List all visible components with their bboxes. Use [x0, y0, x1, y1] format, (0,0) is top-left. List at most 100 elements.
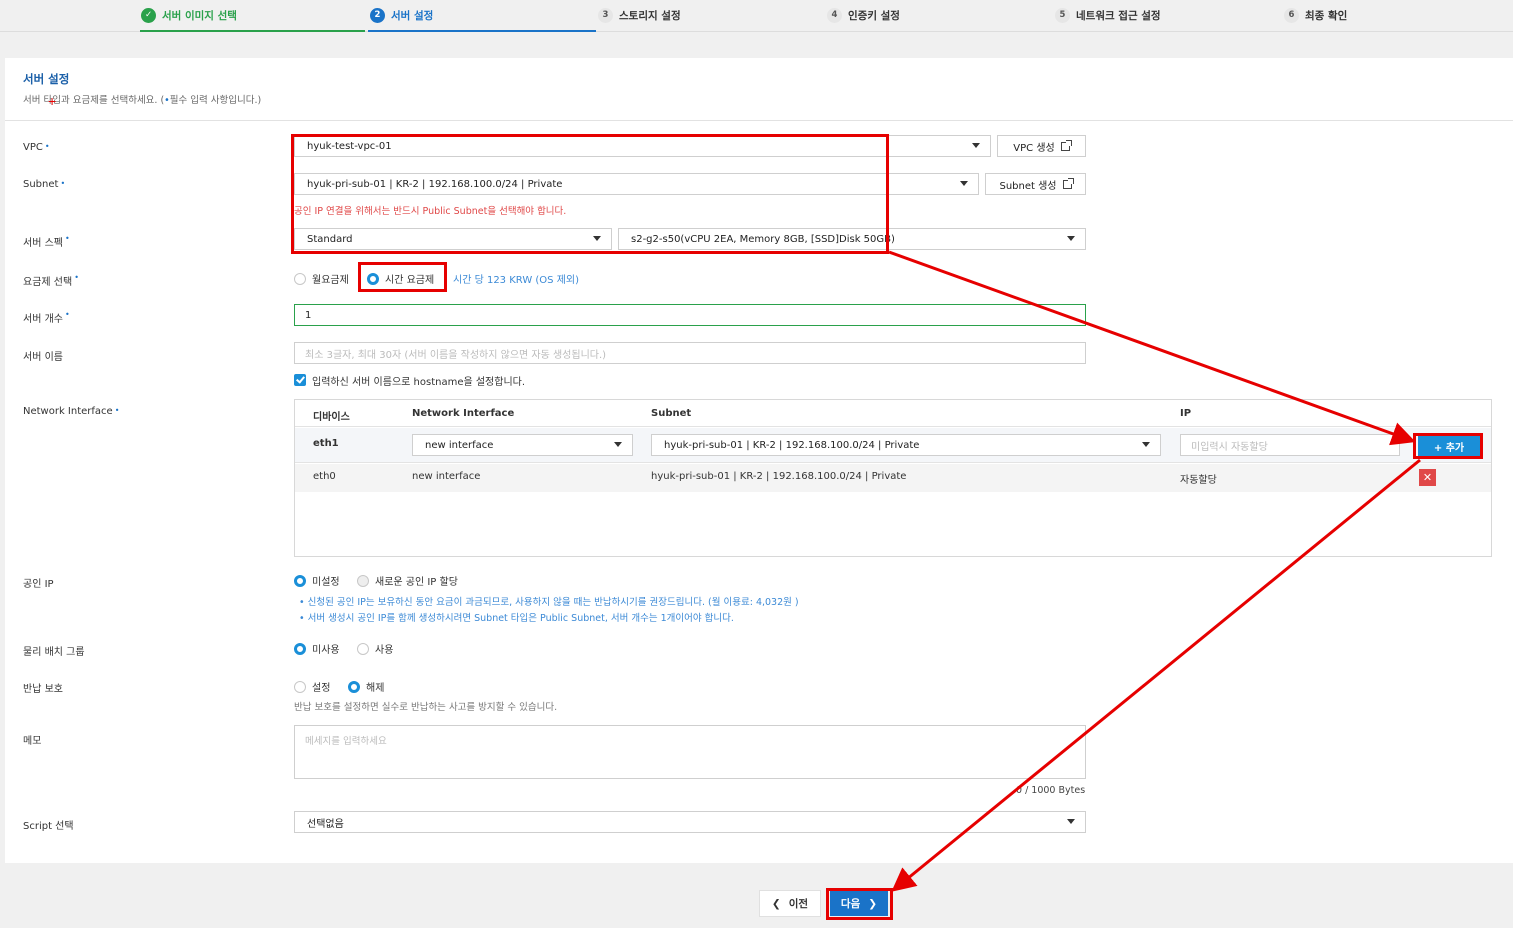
memo-byte-counter: 0 / 1000 Bytes — [1016, 785, 1086, 796]
annotation-highlight-box — [358, 262, 447, 292]
public-ip-note: • 서버 생성시 공인 IP를 함께 생성하시려면 Subnet 타입은 Pub… — [299, 613, 734, 624]
radio-off-icon — [357, 642, 369, 655]
chevron-down-icon — [972, 143, 980, 148]
external-link-icon — [1062, 177, 1074, 189]
required-dot: • — [60, 179, 66, 188]
check-icon: ✓ — [141, 7, 156, 23]
nic-ip-placeholder: 미입력시 자동할당 — [1191, 441, 1268, 453]
placement-group-label: 물리 배치 그룹 — [23, 647, 85, 658]
subnet-label: Subnet • — [23, 179, 65, 190]
required-dot: • — [64, 310, 70, 319]
chevron-down-icon — [1067, 819, 1075, 824]
button-label: Subnet 생성 — [999, 180, 1057, 192]
public-ip-none-radio[interactable]: 미설정 — [294, 573, 340, 588]
step-progress-done — [140, 30, 365, 32]
chevron-down-icon — [1067, 236, 1075, 241]
annotation-highlight-box — [826, 888, 893, 920]
required-dot: • — [64, 234, 70, 243]
radio-on-icon — [294, 642, 306, 655]
nic-ip-input[interactable]: 미입력시 자동할당 — [1180, 434, 1400, 456]
placement-unused-radio[interactable]: 미사용 — [294, 641, 340, 656]
subnet-cell: hyuk-pri-sub-01 | KR-2 | 192.168.100.0/2… — [651, 471, 907, 482]
label-text: 서버 개수 — [23, 314, 63, 325]
server-count-label: 서버 개수 • — [23, 310, 70, 325]
placement-used-radio[interactable]: 사용 — [357, 641, 393, 656]
column-header: 디바이스 — [313, 412, 350, 423]
server-name-label: 서버 이름 — [23, 352, 63, 363]
return-protect-set-radio[interactable]: 설정 — [294, 679, 330, 694]
step-label: 네트워크 접근 설정 — [1076, 9, 1161, 22]
radio-label: 월요금제 — [312, 275, 349, 286]
step-number: 5 — [1055, 7, 1070, 23]
radio-label: 설정 — [312, 683, 331, 694]
vpc-create-button[interactable]: VPC 생성 — [997, 135, 1086, 157]
column-header: Network Interface — [412, 408, 515, 419]
step-final-confirm[interactable]: 6 최종 확인 — [1284, 6, 1347, 24]
return-protect-hint: 반납 보호를 설정하면 실수로 반납하는 사고를 방지할 수 있습니다. — [294, 702, 558, 713]
radio-label: 미사용 — [312, 645, 340, 656]
hostname-checkbox-label: 입력하신 서버 이름으로 hostname을 설정합니다. — [312, 377, 526, 388]
device-cell: eth0 — [313, 471, 336, 482]
stepper: ✓ 서버 이미지 선택 2 서버 설정 3 스토리지 설정 4 인증키 설정 5… — [0, 0, 1513, 32]
interface-select[interactable]: new interface — [412, 434, 633, 456]
step-server-image[interactable]: ✓ 서버 이미지 선택 — [141, 6, 237, 24]
return-protect-unset-radio[interactable]: 해제 — [348, 679, 384, 694]
label-text: 서버 스펙 — [23, 238, 63, 249]
column-header: Subnet — [651, 408, 692, 419]
chevron-down-icon — [1142, 442, 1150, 447]
network-interface-label: Network Interface • — [23, 406, 119, 417]
page-title: 서버 설정 — [23, 72, 70, 86]
ip-cell: 자동할당 — [1180, 475, 1217, 486]
label-text: VPC — [23, 142, 43, 153]
hostname-checkbox[interactable] — [294, 374, 306, 386]
step-label: 최종 확인 — [1305, 9, 1348, 22]
button-label: VPC 생성 — [1013, 142, 1055, 154]
subnet-create-button[interactable]: Subnet 생성 — [985, 173, 1086, 195]
radio-label: 해제 — [366, 683, 385, 694]
table-header: 디바이스 Network Interface Subnet IP — [295, 400, 1491, 427]
step-label: 서버 이미지 선택 — [162, 9, 237, 22]
table-row: eth1 new interface hyuk-pri-sub-01 | KR-… — [295, 428, 1491, 463]
step-auth-key[interactable]: 4 인증키 설정 — [827, 6, 900, 24]
step-server-settings[interactable]: 2 서버 설정 — [370, 6, 433, 24]
memo-textarea[interactable]: 메세지를 입력하세요 — [294, 725, 1086, 779]
label-text: Network Interface — [23, 406, 113, 417]
script-select[interactable]: 선택없음 — [294, 811, 1086, 833]
radio-on-icon — [294, 574, 306, 587]
desc-text: 필수 입력 사항입니다.) — [169, 95, 262, 106]
delete-interface-button[interactable]: ✕ — [1419, 469, 1436, 486]
step-label: 서버 설정 — [391, 9, 434, 22]
server-count-input[interactable]: 1 — [294, 304, 1086, 326]
pricing-monthly-radio[interactable]: 월요금제 — [294, 271, 349, 286]
chevron-down-icon — [614, 442, 622, 447]
radio-off-icon — [294, 272, 306, 285]
device-cell: eth1 — [313, 438, 339, 449]
step-number: 4 — [827, 7, 842, 23]
script-value: 선택없음 — [307, 818, 344, 830]
server-name-input[interactable]: 최소 3글자, 최대 30자 (서버 이름을 작성하지 않으면 자동 생성됩니다… — [294, 342, 1086, 364]
network-interface-table: 디바이스 Network Interface Subnet IP eth1 ne… — [294, 399, 1492, 557]
step-storage[interactable]: 3 스토리지 설정 — [598, 6, 681, 24]
desc-text: 서버 타입과 요금제를 선택하세요. ( — [23, 95, 165, 106]
radio-on-icon — [348, 680, 360, 693]
pricing-label: 요금제 선택 • — [23, 273, 79, 288]
public-ip-label: 공인 IP — [23, 579, 54, 590]
chevron-down-icon — [960, 181, 968, 186]
radio-label: 새로운 공인 IP 할당 — [375, 577, 458, 588]
step-progress-active — [368, 30, 596, 32]
button-label: 이전 — [788, 898, 809, 910]
radio-label: 사용 — [375, 645, 394, 656]
step-number: 3 — [598, 7, 613, 23]
hourly-price-text: 시간 당 123 KRW (OS 제외) — [453, 275, 579, 286]
public-ip-new-radio[interactable]: 새로운 공인 IP 할당 — [357, 573, 458, 588]
radio-label: 미설정 — [312, 577, 340, 588]
required-dot: • — [114, 406, 120, 415]
required-dot: • — [74, 273, 79, 282]
prev-button[interactable]: ❮ 이전 — [759, 890, 821, 917]
step-network-access[interactable]: 5 네트워크 접근 설정 — [1055, 6, 1161, 24]
step-label: 인증키 설정 — [848, 9, 900, 22]
step-number: 2 — [370, 7, 385, 23]
nic-subnet-select[interactable]: hyuk-pri-sub-01 | KR-2 | 192.168.100.0/2… — [651, 434, 1161, 456]
vpc-label: VPC • — [23, 142, 50, 153]
annotation-highlight-box — [291, 134, 889, 254]
